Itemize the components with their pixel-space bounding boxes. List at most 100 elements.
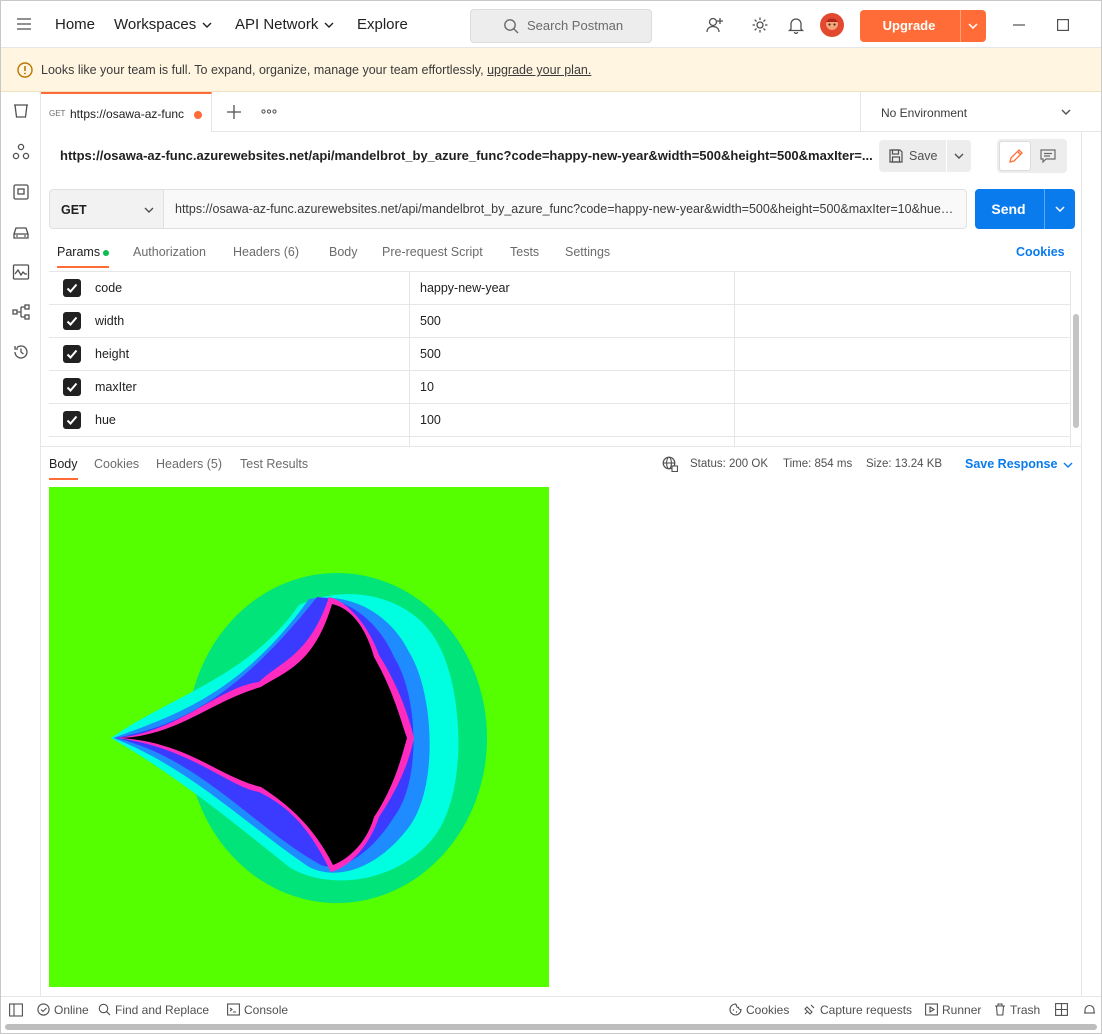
param-value-cell[interactable] — [410, 437, 735, 446]
flows-icon[interactable] — [12, 303, 30, 321]
tab-settings[interactable]: Settings — [565, 245, 610, 259]
param-description-cell[interactable] — [735, 305, 1071, 338]
runner-button[interactable]: Runner — [925, 1003, 981, 1017]
maximize-window-icon[interactable] — [1057, 19, 1069, 31]
cookies-link[interactable]: Cookies — [1016, 245, 1065, 259]
tab-tests[interactable]: Tests — [510, 245, 539, 259]
param-description-cell[interactable] — [735, 272, 1071, 305]
param-check-cell — [49, 305, 85, 338]
minimize-window-icon[interactable] — [1013, 24, 1025, 26]
help-icon[interactable] — [1083, 1003, 1096, 1016]
sidebar-toggle-icon[interactable] — [9, 1003, 23, 1017]
nav-api-network[interactable]: API Network — [235, 1, 334, 48]
comments-icon[interactable] — [1040, 149, 1056, 163]
params-scrollbar-thumb[interactable] — [1073, 314, 1079, 428]
nav-explore-label: Explore — [357, 16, 408, 33]
save-icon — [889, 149, 903, 163]
response-time[interactable]: Time: 854 ms — [783, 458, 852, 470]
upgrade-button[interactable]: Upgrade — [860, 10, 986, 42]
send-button[interactable]: Send — [975, 189, 1075, 229]
chevron-down-icon[interactable] — [968, 23, 978, 29]
param-value-cell[interactable]: happy-new-year — [410, 272, 735, 305]
apis-icon[interactable] — [12, 143, 30, 161]
tab-params[interactable]: Params — [57, 245, 110, 259]
history-icon[interactable] — [12, 343, 30, 361]
collections-icon[interactable] — [12, 102, 30, 120]
param-key-cell[interactable]: maxIter — [85, 371, 410, 404]
upgrade-plan-link[interactable]: upgrade your plan. — [487, 63, 591, 77]
horizontal-scrollbar[interactable] — [5, 1024, 1097, 1030]
chevron-down-icon[interactable] — [1055, 206, 1065, 212]
globe-network-icon[interactable] — [662, 456, 678, 472]
param-checkbox[interactable] — [63, 312, 81, 330]
warning-icon — [17, 62, 33, 78]
response-status[interactable]: Status: 200 OK — [690, 458, 768, 470]
environment-label: No Environment — [881, 106, 968, 120]
param-checkbox[interactable] — [63, 411, 81, 429]
new-tab-plus-icon[interactable] — [227, 105, 241, 119]
edit-mode-button[interactable] — [999, 141, 1031, 171]
user-avatar[interactable] — [820, 13, 844, 37]
environment-selector[interactable]: No Environment — [860, 92, 1101, 132]
tab-authorization[interactable]: Authorization — [133, 245, 206, 259]
two-pane-layout-icon[interactable] — [1055, 1003, 1068, 1016]
save-response-button[interactable]: Save Response — [965, 457, 1073, 471]
online-status[interactable]: Online — [37, 1003, 89, 1017]
param-value-cell[interactable]: 10 — [410, 371, 735, 404]
response-tab-body[interactable]: Body — [49, 457, 78, 471]
menu-icon[interactable] — [16, 18, 32, 30]
tab-body[interactable]: Body — [329, 245, 358, 259]
param-description-cell[interactable] — [735, 338, 1071, 371]
settings-gear-icon[interactable] — [751, 16, 769, 34]
param-description-cell[interactable] — [735, 404, 1071, 437]
nav-home[interactable]: Home — [55, 1, 95, 48]
more-tabs-icon[interactable] — [261, 109, 277, 114]
mock-servers-icon[interactable] — [12, 223, 30, 241]
console-button[interactable]: Console — [227, 1003, 288, 1017]
param-key-cell[interactable]: width — [85, 305, 410, 338]
param-description-cell[interactable] — [735, 371, 1071, 404]
environments-icon[interactable] — [12, 183, 30, 201]
url-input[interactable]: https://osawa-az-func.azurewebsites.net/… — [164, 189, 967, 229]
param-checkbox[interactable] — [63, 345, 81, 363]
param-value-cell[interactable]: 500 — [410, 305, 735, 338]
capture-requests-button[interactable]: Capture requests — [803, 1003, 912, 1017]
tab-headers[interactable]: Headers (6) — [233, 245, 299, 259]
request-title[interactable]: https://osawa-az-func.azurewebsites.net/… — [60, 148, 873, 163]
param-key: code — [95, 281, 123, 295]
tab-pre-request-script[interactable]: Pre-request Script — [382, 245, 483, 259]
param-description-cell[interactable] — [735, 437, 1071, 446]
param-value-cell[interactable]: 500 — [410, 338, 735, 371]
notification-bell-icon[interactable] — [788, 16, 804, 34]
cookies-button[interactable]: Cookies — [729, 1003, 789, 1017]
monitors-icon[interactable] — [12, 263, 30, 281]
param-value: 100 — [420, 413, 441, 427]
nav-explore[interactable]: Explore — [357, 1, 408, 48]
param-value-cell[interactable]: 100 — [410, 404, 735, 437]
invite-user-icon[interactable] — [706, 16, 724, 34]
param-value: 500 — [420, 347, 441, 361]
chevron-down-icon — [202, 22, 212, 29]
trash-button[interactable]: Trash — [994, 1003, 1040, 1017]
table-row: height 500 — [49, 338, 1071, 371]
response-size[interactable]: Size: 13.24 KB — [866, 458, 942, 470]
param-key-cell[interactable]: height — [85, 338, 410, 371]
find-replace-button[interactable]: Find and Replace — [98, 1003, 209, 1017]
param-key-cell[interactable]: code — [85, 272, 410, 305]
nav-workspaces[interactable]: Workspaces — [114, 1, 212, 48]
param-checkbox[interactable] — [63, 279, 81, 297]
save-options-button[interactable] — [947, 140, 971, 172]
param-key: maxIter — [95, 380, 137, 394]
response-tab-test-results[interactable]: Test Results — [240, 457, 308, 471]
response-tab-cookies[interactable]: Cookies — [94, 457, 139, 471]
param-key-cell[interactable] — [85, 437, 410, 446]
active-tab-indicator — [57, 266, 109, 268]
response-tab-headers[interactable]: Headers (5) — [156, 457, 222, 471]
param-checkbox[interactable] — [63, 378, 81, 396]
chevron-down-icon — [324, 22, 334, 29]
search-box[interactable]: Search Postman — [470, 9, 652, 43]
request-tab[interactable]: GET https://osawa-az-func — [41, 92, 212, 132]
param-key-cell[interactable]: hue — [85, 404, 410, 437]
save-button[interactable]: Save — [879, 140, 946, 172]
method-select[interactable]: GET — [49, 189, 164, 229]
